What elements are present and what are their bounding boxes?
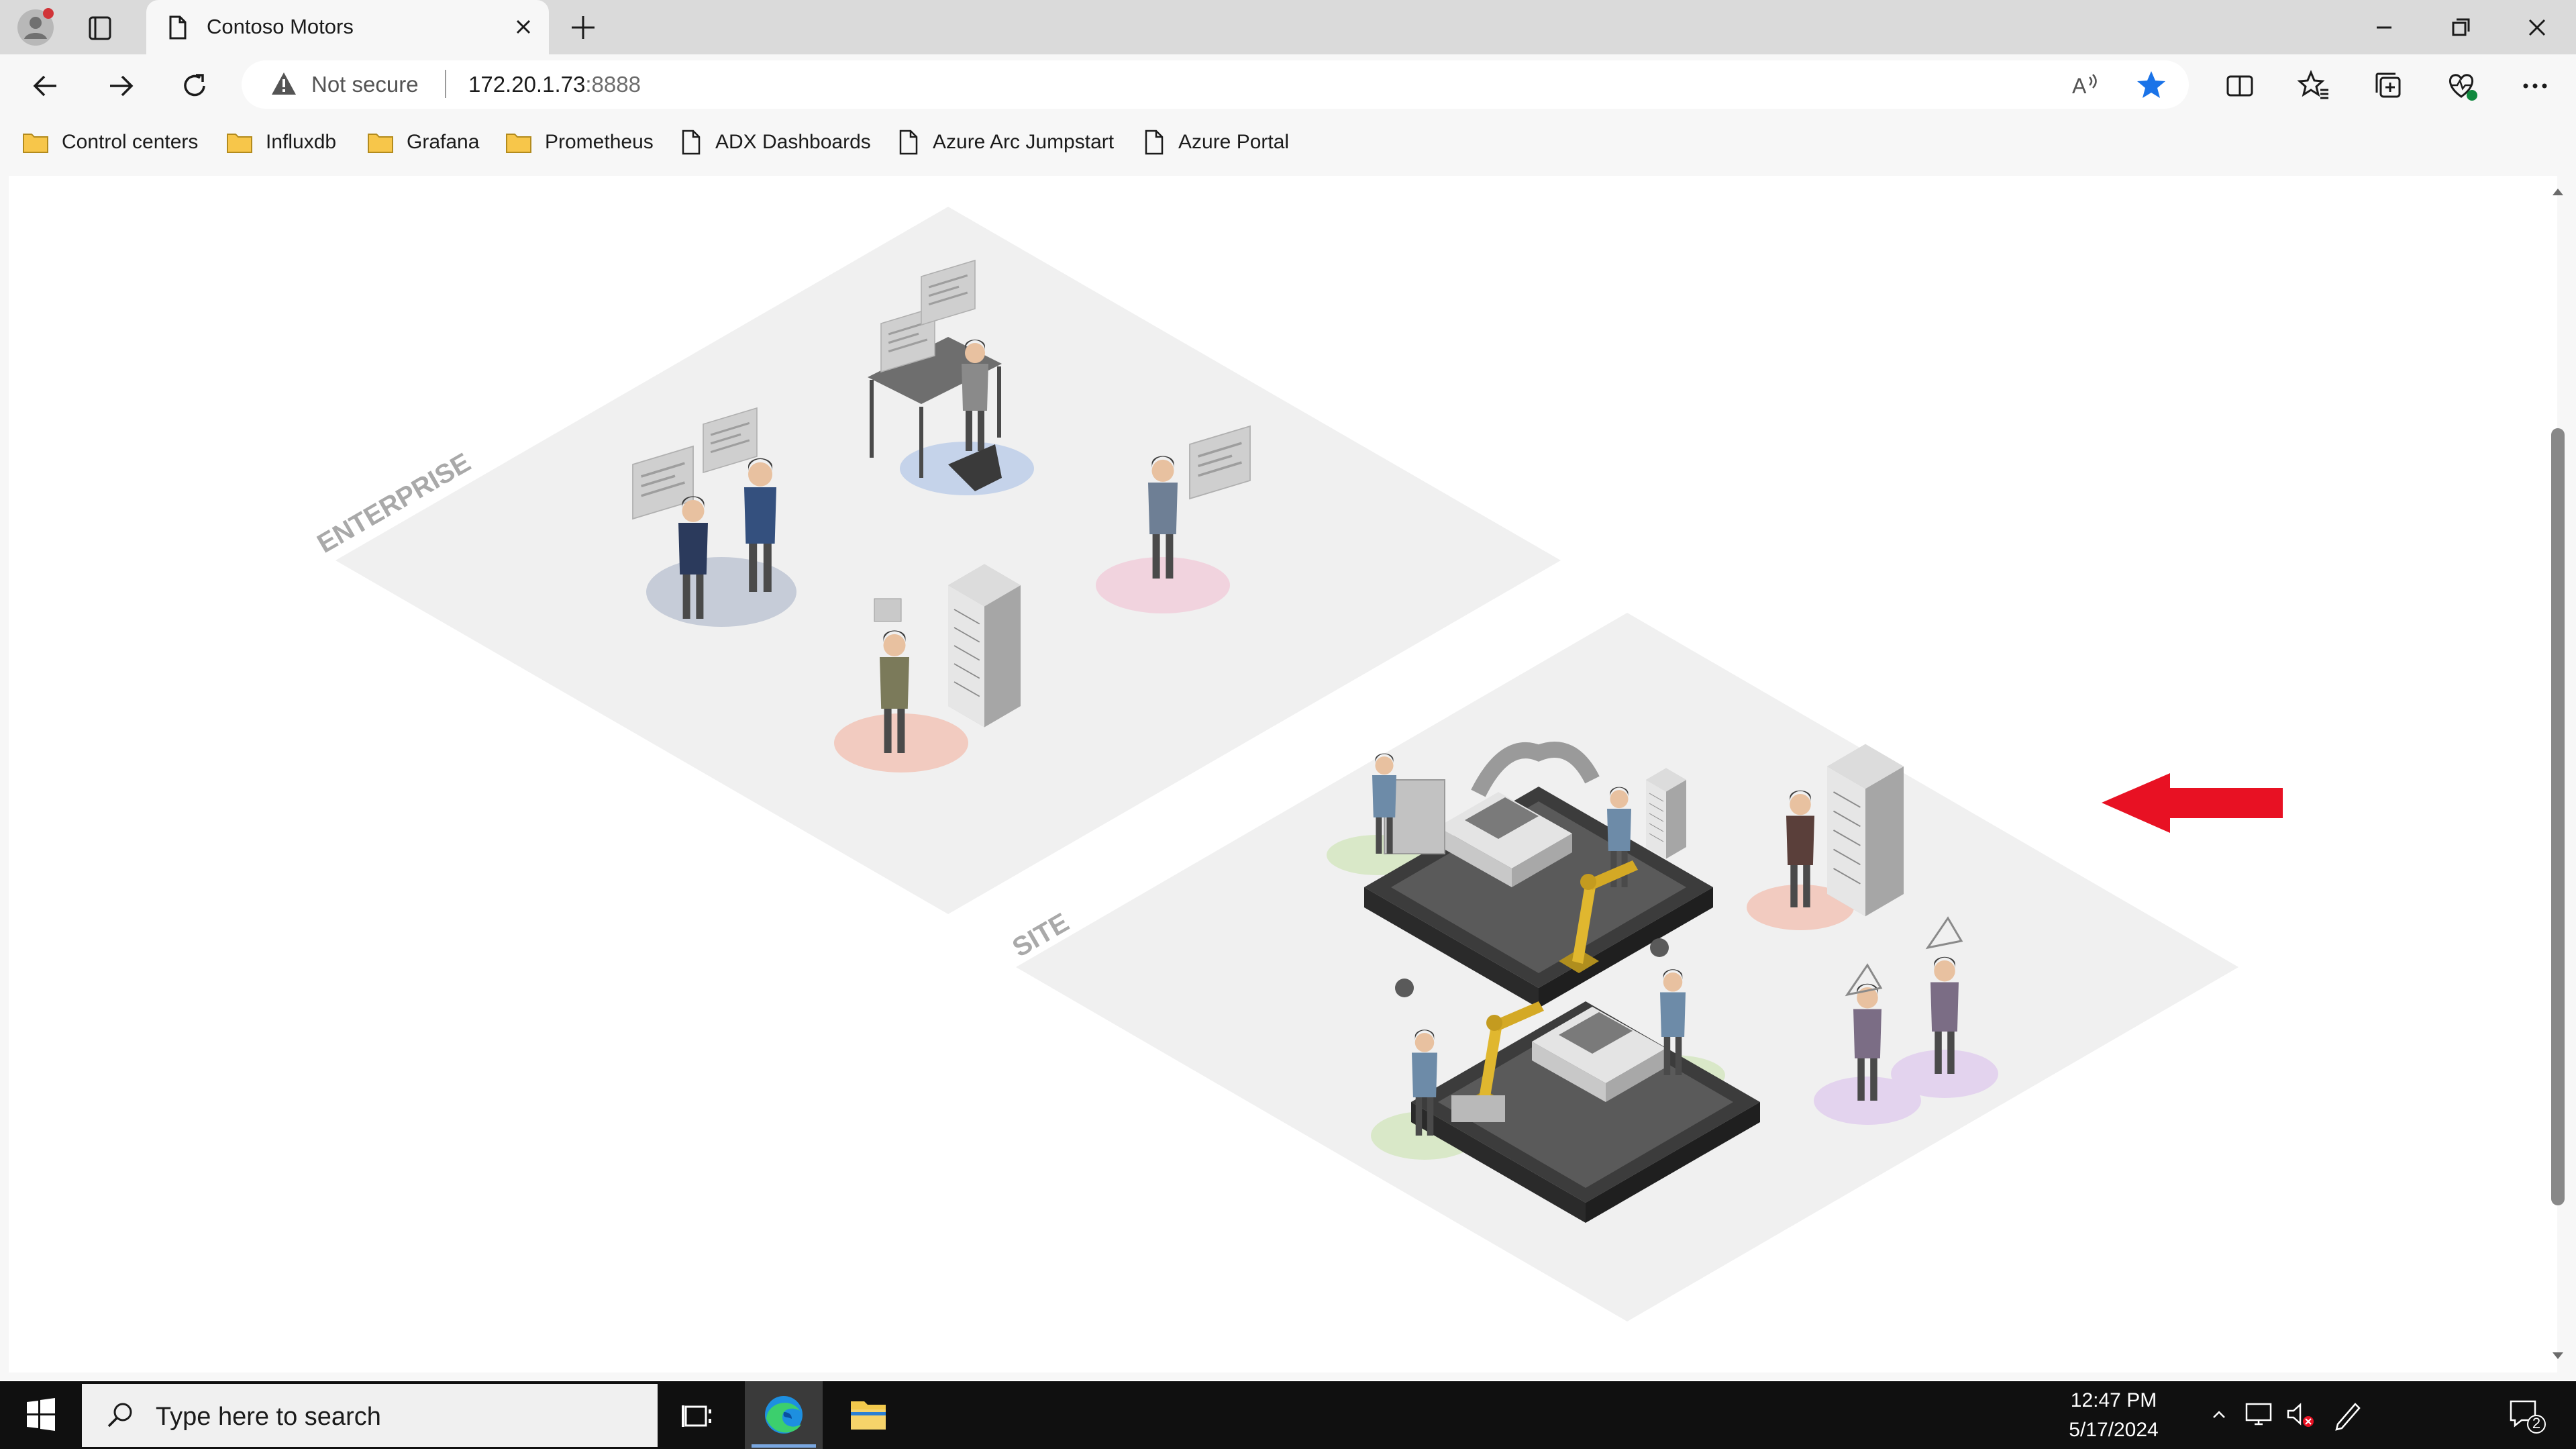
profile-icon	[17, 8, 54, 46]
restore-button[interactable]	[2444, 11, 2477, 44]
page-icon	[164, 13, 191, 42]
bookmark-control-centers[interactable]: Control centers	[21, 128, 198, 157]
read-aloud-button[interactable]: A	[2068, 68, 2102, 101]
chevron-up-icon	[2213, 1411, 2225, 1418]
read-aloud-icon: A	[2072, 74, 2097, 98]
minimize-icon	[2377, 26, 2391, 29]
favorites-button[interactable]	[2295, 67, 2332, 105]
bookmark-label: Azure Arc Jumpstart	[933, 131, 1115, 153]
close-icon	[516, 19, 531, 34]
triangle-up-icon	[2553, 189, 2563, 195]
clock-date[interactable]: 5/17/2024	[2060, 1417, 2167, 1443]
arrow-right-icon	[110, 75, 134, 97]
page-icon	[899, 130, 918, 155]
scrollbar-thumb[interactable]	[2551, 428, 2565, 1205]
start-button[interactable]	[0, 1381, 81, 1449]
volume-button[interactable]	[2280, 1395, 2319, 1434]
bookmark-grafana[interactable]: Grafana	[366, 128, 479, 157]
search-placeholder[interactable]: Type here to search	[156, 1401, 381, 1432]
clock-time[interactable]: 12:47 PM	[2060, 1388, 2167, 1413]
heart-pulse-icon	[2449, 74, 2477, 101]
bookmark-adx-dashboards[interactable]: ADX Dashboards	[679, 128, 871, 157]
folder-icon	[851, 1401, 886, 1430]
new-tab-button[interactable]	[566, 11, 600, 44]
notification-icon	[2510, 1400, 2546, 1434]
bookmark-label: Grafana	[407, 131, 480, 153]
bookmark-label: Azure Portal	[1178, 131, 1290, 153]
volume-muted-icon	[2287, 1403, 2314, 1427]
page-icon	[682, 130, 701, 155]
close-icon	[2528, 19, 2546, 36]
refresh-button[interactable]	[176, 67, 213, 105]
task-view-icon	[682, 1405, 711, 1427]
tab-close-button[interactable]	[510, 13, 537, 40]
folder-icon	[368, 134, 393, 153]
bookmark-azure-arc-jumpstart[interactable]: Azure Arc Jumpstart	[896, 128, 1114, 157]
profile-button[interactable]	[13, 5, 58, 50]
task-view-button[interactable]	[671, 1395, 725, 1438]
isometric-scene: ENTERPRISE SITE	[9, 176, 2557, 1372]
minimize-button[interactable]	[2367, 11, 2401, 44]
triangle-down-icon	[2553, 1352, 2563, 1359]
settings-more-button[interactable]	[2516, 67, 2554, 105]
bookmark-label: Influxdb	[266, 131, 337, 153]
more-dots-icon	[2523, 83, 2547, 89]
warning-icon[interactable]	[270, 70, 298, 98]
scroll-up-button[interactable]	[2550, 185, 2566, 199]
scroll-down-button[interactable]	[2550, 1349, 2566, 1362]
network-button[interactable]	[2240, 1395, 2279, 1434]
plus-icon	[572, 16, 595, 39]
collections-button[interactable]	[2370, 67, 2408, 105]
bookmark-label: Control centers	[62, 131, 199, 153]
search-icon	[102, 1397, 138, 1434]
folder-icon	[227, 134, 252, 153]
pen-icon	[2335, 1403, 2361, 1431]
tab-title: Contoso Motors	[207, 15, 354, 38]
notification-center-button[interactable]: 2	[2503, 1393, 2548, 1436]
forward-button[interactable]	[102, 67, 140, 105]
browser-essentials-button[interactable]	[2442, 67, 2480, 105]
close-window-button[interactable]	[2520, 11, 2554, 44]
folder-icon	[506, 134, 531, 153]
notification-count: 2	[2532, 1415, 2541, 1432]
edge-logo-icon	[765, 1396, 803, 1434]
page-icon	[1145, 130, 1164, 155]
back-button[interactable]	[27, 67, 64, 105]
bookmark-azure-portal[interactable]: Azure Portal	[1142, 128, 1289, 157]
url-host: 172.20.1.73	[468, 72, 586, 97]
svg-text:A: A	[2072, 74, 2087, 98]
restore-icon	[2452, 18, 2470, 36]
taskbar-file-explorer-button[interactable]	[829, 1381, 907, 1449]
bookmark-prometheus[interactable]: Prometheus	[505, 128, 654, 157]
network-icon	[2245, 1403, 2272, 1426]
collections-icon	[2375, 72, 2401, 98]
tab-actions-button[interactable]	[79, 8, 121, 48]
split-screen-icon	[2226, 75, 2253, 97]
star-filled-icon	[2137, 71, 2165, 98]
bookmark-influxdb[interactable]: Influxdb	[225, 128, 336, 157]
bookmark-label: ADX Dashboards	[715, 131, 871, 153]
refresh-icon	[184, 74, 205, 97]
show-hidden-icons-button[interactable]	[2200, 1395, 2238, 1434]
url-text[interactable]: 172.20.1.73:8888	[468, 71, 641, 98]
split-screen-button[interactable]	[2221, 67, 2259, 105]
windows-logo-icon	[27, 1398, 55, 1431]
favorites-icon	[2297, 70, 2328, 99]
address-separator	[445, 70, 446, 98]
folder-icon	[23, 134, 48, 153]
security-label[interactable]: Not secure	[311, 71, 419, 98]
url-port: :8888	[585, 72, 641, 97]
bookmark-label: Prometheus	[545, 131, 654, 153]
tab-actions-icon	[89, 16, 111, 40]
active-app-indicator	[752, 1444, 816, 1448]
pen-workspace-button[interactable]	[2328, 1395, 2367, 1434]
arrow-left-icon	[33, 75, 56, 97]
red-arrow-left-icon	[2102, 773, 2283, 833]
taskbar-edge-button[interactable]	[745, 1381, 823, 1449]
favorite-star-button[interactable]	[2134, 68, 2169, 103]
